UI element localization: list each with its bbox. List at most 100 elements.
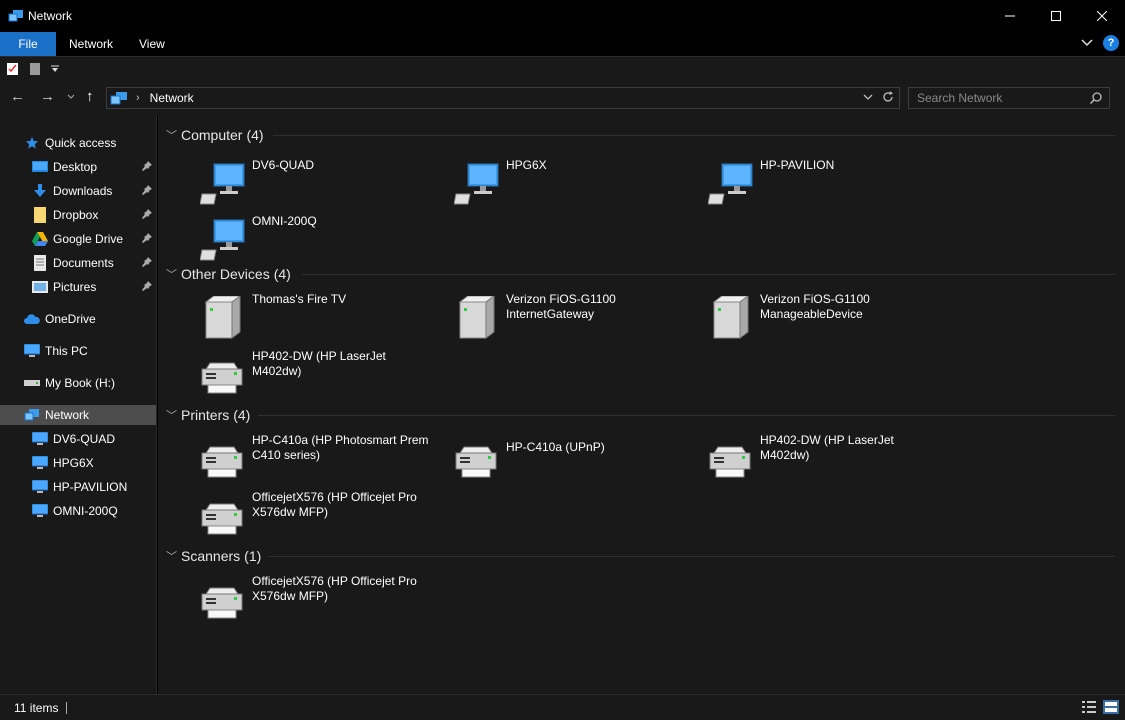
item-tile[interactable]: HP402-DW (HP LaserJet M402dw) <box>708 433 958 483</box>
sidebar-item-label: Documents <box>53 256 114 270</box>
sidebar-item-pictures[interactable]: Pictures <box>32 277 156 297</box>
item-tile[interactable]: Verizon FiOS-G1100 ManageableDevice <box>708 292 958 342</box>
minimize-button[interactable] <box>987 0 1033 32</box>
pin-icon[interactable] <box>142 185 152 195</box>
status-divider <box>66 701 68 714</box>
sidebar-item-quick-access[interactable]: Quick access <box>24 133 116 153</box>
item-tile[interactable]: DV6-QUAD <box>200 158 450 208</box>
item-tile[interactable]: HP-PAVILION <box>708 158 958 208</box>
search-input[interactable] <box>917 91 1085 105</box>
search-icon[interactable] <box>1089 91 1103 105</box>
up-arrow-icon[interactable]: ↑ <box>86 88 94 106</box>
downloads-icon <box>32 183 48 199</box>
forward-arrow-icon[interactable]: → <box>40 88 55 106</box>
item-label: DV6-QUAD <box>252 158 315 172</box>
item-tile[interactable]: HP402-DW (HP LaserJet M402dw) <box>200 349 450 399</box>
sidebar-item-label: Dropbox <box>53 208 99 222</box>
window-title: Network <box>28 9 73 23</box>
pin-icon[interactable] <box>142 281 152 291</box>
sidebar-item-downloads[interactable]: Downloads <box>32 181 156 201</box>
pin-icon[interactable] <box>142 233 152 243</box>
recent-locations-icon[interactable] <box>67 94 75 100</box>
sidebar-item-hpg6x[interactable]: HPG6X <box>32 453 94 473</box>
sidebar-item-network[interactable]: Network <box>0 405 156 425</box>
sidebar-item-label: OneDrive <box>45 312 96 326</box>
group-header-scanners[interactable]: ﹀ Scanners (1) <box>166 546 261 566</box>
pin-icon[interactable] <box>142 257 152 267</box>
tiles-view-icon[interactable] <box>1103 700 1119 714</box>
sidebar-item-my-book[interactable]: My Book (H:) <box>24 373 115 393</box>
item-label: OMNI-200Q <box>252 214 317 228</box>
sidebar-item-label: HP-PAVILION <box>53 480 128 494</box>
sidebar-item-label: Network <box>45 408 90 422</box>
printer-icon <box>201 503 243 535</box>
item-label: Thomas's Fire TV <box>252 292 347 306</box>
onedrive-icon <box>24 311 40 327</box>
sidebar-item-onedrive[interactable]: OneDrive <box>24 309 96 329</box>
item-tile[interactable]: HPG6X <box>454 158 704 208</box>
details-view-icon[interactable] <box>1081 700 1097 714</box>
address-dropdown-icon[interactable] <box>863 90 873 104</box>
sidebar-item-label: Downloads <box>53 184 113 198</box>
group-header-computer[interactable]: ﹀ Computer (4) <box>166 125 264 145</box>
tab-file[interactable]: File <box>0 32 56 56</box>
device-icon <box>204 296 241 339</box>
item-tile[interactable]: HP-C410a (HP Photosmart Prem C410 series… <box>200 433 450 483</box>
group-header-printers[interactable]: ﹀ Printers (4) <box>166 405 250 425</box>
maximize-button[interactable] <box>1033 0 1079 32</box>
close-icon <box>1097 11 1107 21</box>
group-divider <box>273 135 1115 136</box>
item-tile[interactable]: Thomas's Fire TV <box>200 292 450 342</box>
group-header-other-devices[interactable]: ﹀ Other Devices (4) <box>166 264 291 284</box>
sidebar-item-desktop[interactable]: Desktop <box>32 157 156 177</box>
properties-icon[interactable] <box>6 62 20 76</box>
search-box[interactable] <box>908 87 1110 109</box>
pin-icon[interactable] <box>142 161 152 171</box>
breadcrumb-chevron-icon[interactable]: › <box>136 92 140 104</box>
network-icon <box>24 407 40 423</box>
item-tile[interactable]: OMNI-200Q <box>200 214 450 264</box>
sidebar-item-google-drive[interactable]: Google Drive <box>32 229 156 249</box>
collapse-chevron-icon[interactable]: ﹀ <box>166 407 180 423</box>
collapse-chevron-icon[interactable]: ﹀ <box>166 127 180 143</box>
address-row: ← → ↑ › Network <box>0 80 1125 116</box>
close-button[interactable] <box>1079 0 1125 32</box>
sidebar-item-label: This PC <box>45 344 88 358</box>
group-divider <box>258 415 1115 416</box>
new-folder-icon[interactable] <box>28 62 42 76</box>
pin-icon[interactable] <box>142 209 152 219</box>
refresh-icon[interactable] <box>881 90 895 104</box>
tab-network[interactable]: Network <box>56 32 126 56</box>
item-tile[interactable]: OfficejetX576 (HP Officejet Pro X576dw M… <box>200 574 450 624</box>
title-bar: Network <box>0 0 1125 32</box>
computer-icon <box>454 163 499 205</box>
chevron-down-icon[interactable] <box>1081 39 1093 47</box>
collapse-chevron-icon[interactable]: ﹀ <box>166 266 180 282</box>
group-divider <box>268 556 1115 557</box>
device-icon <box>458 296 495 339</box>
star-icon <box>24 135 40 151</box>
back-arrow-icon[interactable]: ← <box>10 88 25 106</box>
item-tile[interactable]: OfficejetX576 (HP Officejet Pro X576dw M… <box>200 490 450 540</box>
computer-icon <box>32 455 48 471</box>
item-label: HP-C410a (UPnP) <box>506 440 605 454</box>
tab-view[interactable]: View <box>126 32 178 56</box>
item-tile[interactable]: HP-C410a (UPnP) <box>454 433 704 483</box>
sidebar-item-dropbox[interactable]: Dropbox <box>32 205 156 225</box>
breadcrumb-network[interactable]: Network <box>150 91 194 105</box>
sidebar-item-hp-pavilion[interactable]: HP-PAVILION <box>32 477 127 497</box>
sidebar-item-documents[interactable]: Documents <box>32 253 156 273</box>
drive-icon <box>24 375 40 391</box>
sidebar-item-dv6-quad[interactable]: DV6-QUAD <box>32 429 115 449</box>
pictures-icon <box>32 279 48 295</box>
sidebar-item-this-pc[interactable]: This PC <box>24 341 88 361</box>
group-title: Other Devices <box>181 266 270 282</box>
help-icon[interactable]: ? <box>1103 35 1119 51</box>
sidebar-item-label: My Book (H:) <box>45 376 116 390</box>
navigation-pane: Quick access Desktop Downloads Dropbox G… <box>0 116 157 694</box>
address-bar[interactable]: › Network <box>106 87 900 109</box>
item-tile[interactable]: Verizon FiOS-G1100 InternetGateway <box>454 292 704 342</box>
sidebar-item-omni-200q[interactable]: OMNI-200Q <box>32 501 118 521</box>
customize-toolbar-icon[interactable] <box>50 64 60 74</box>
collapse-chevron-icon[interactable]: ﹀ <box>166 548 180 564</box>
